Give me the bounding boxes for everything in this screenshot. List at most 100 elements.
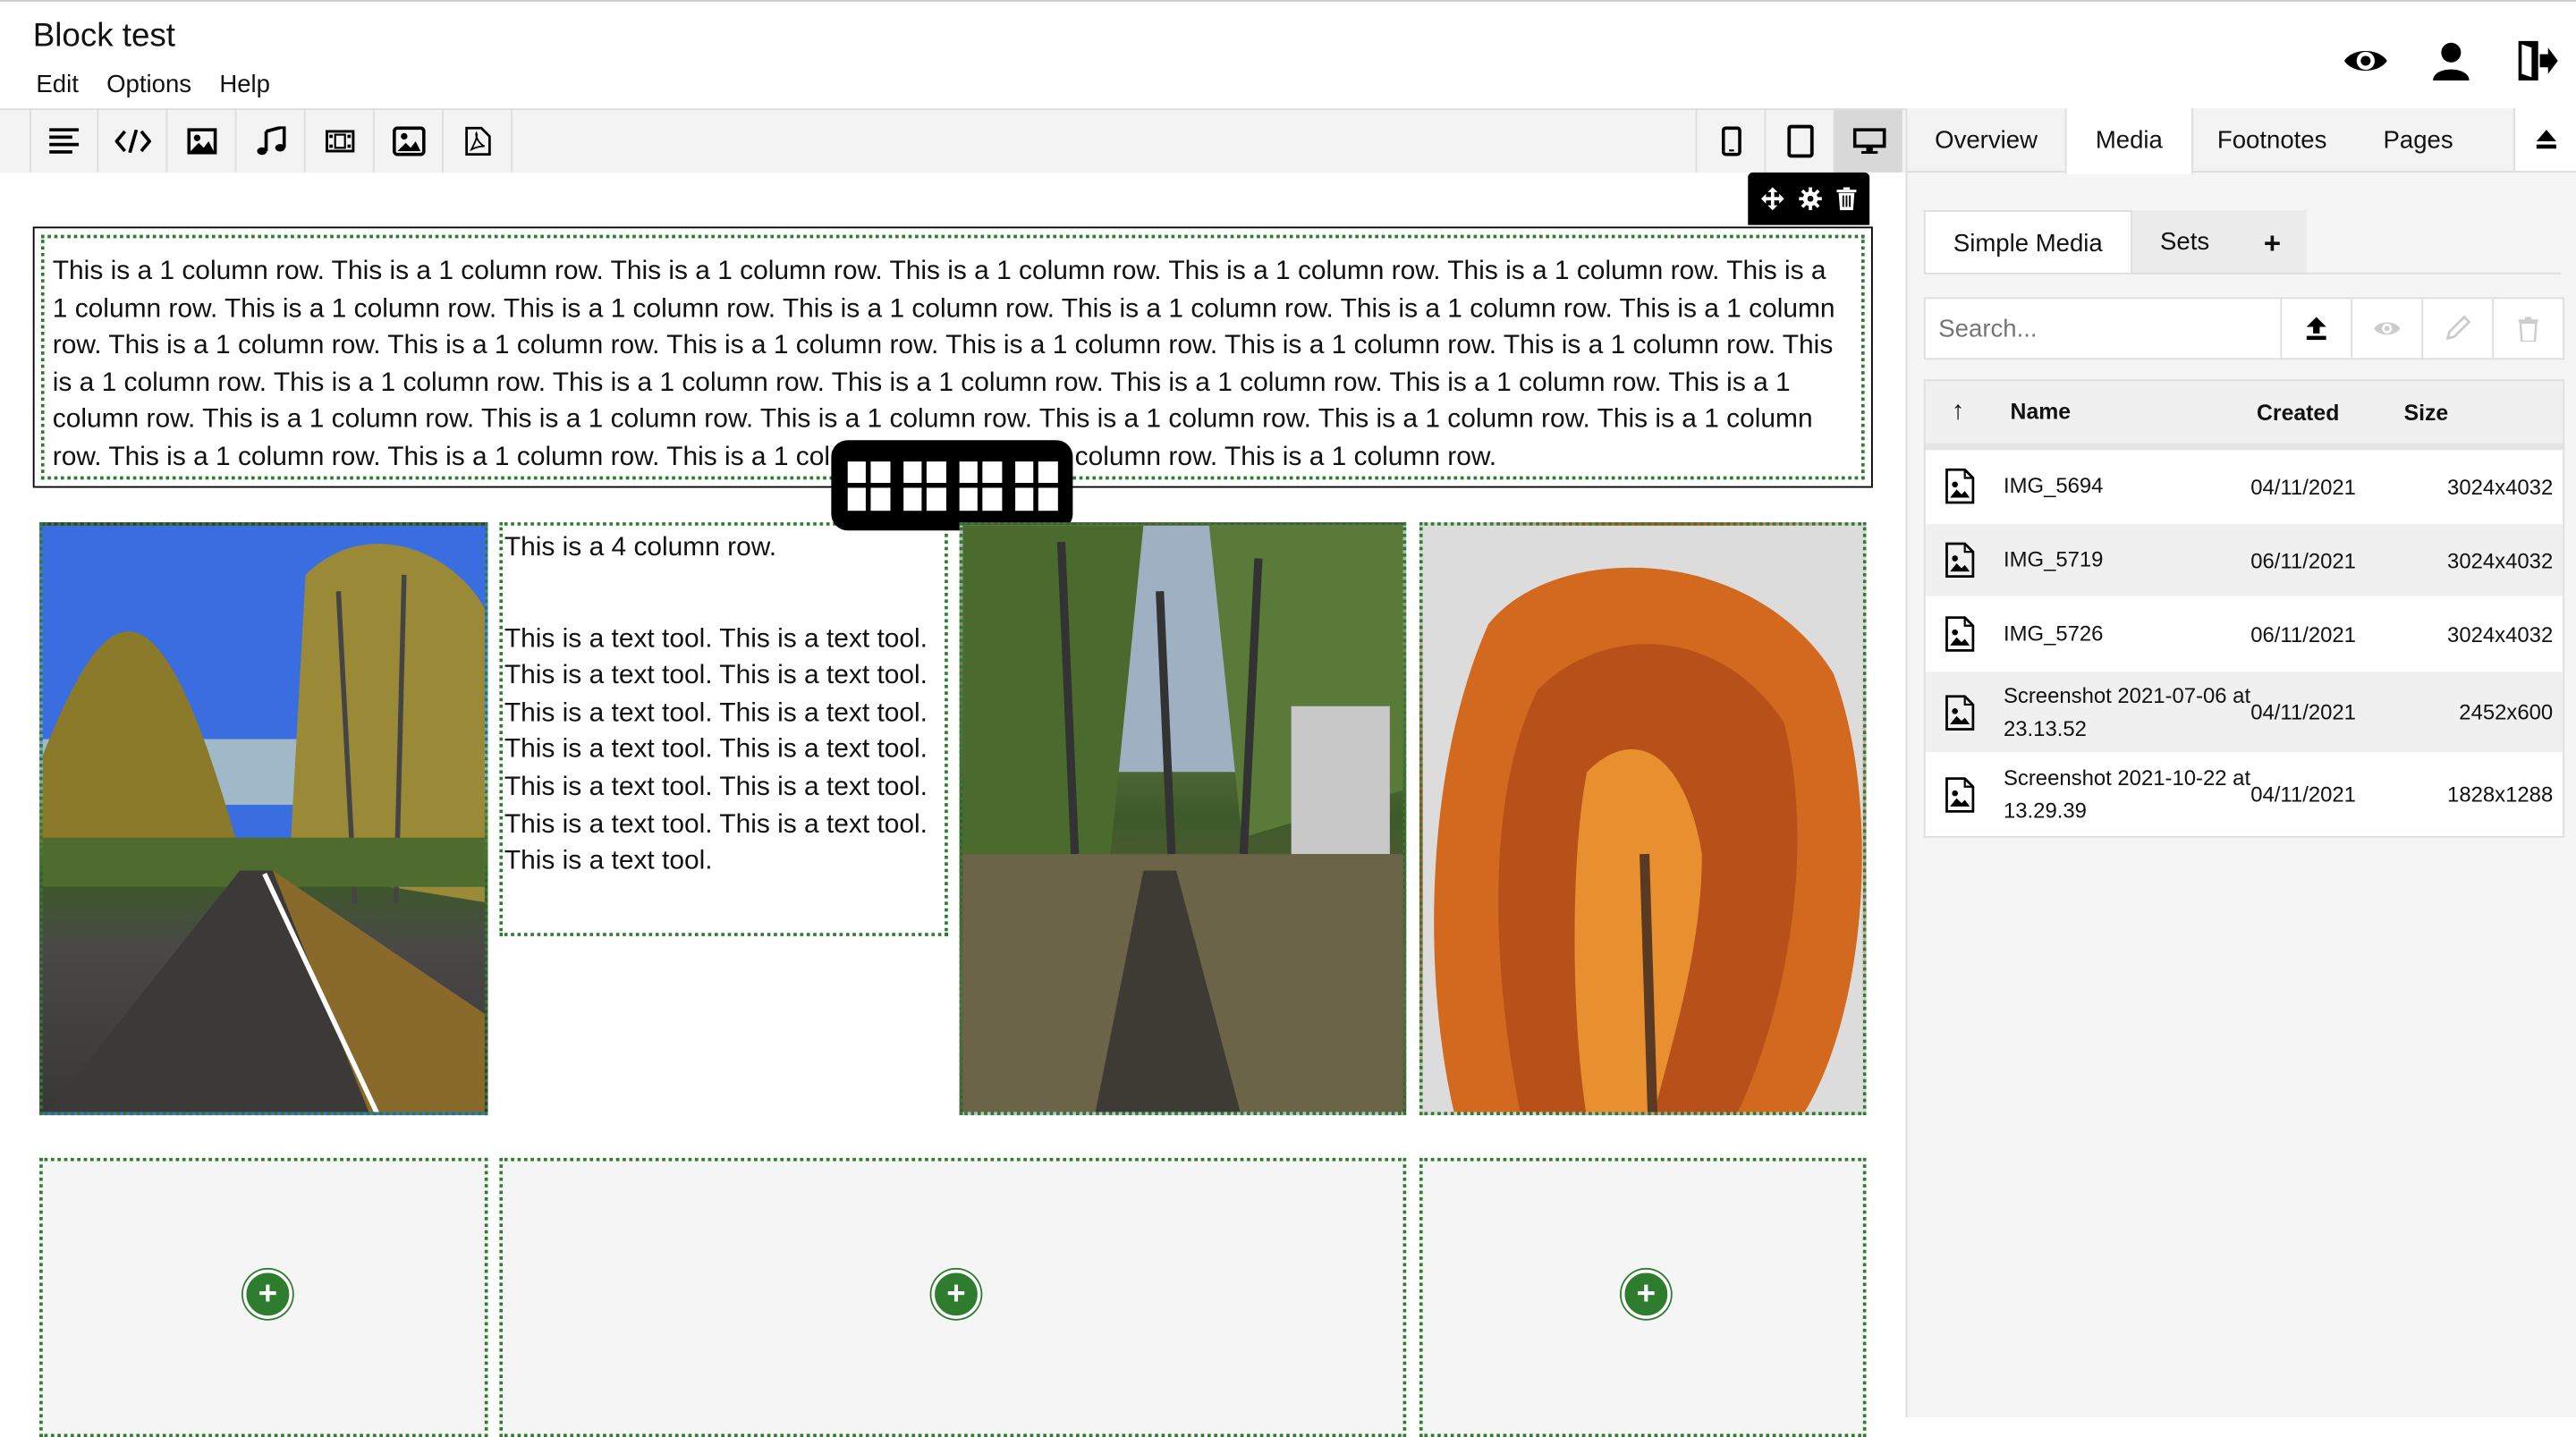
phone-icon (1720, 126, 1741, 156)
sort-arrow-icon[interactable]: ↑ (1926, 397, 1991, 427)
media-size: 3024x4032 (2447, 473, 2554, 499)
pencil-icon (2445, 315, 2471, 341)
table-row[interactable]: IMG_5726 06/11/2021 3024x4032 (1925, 598, 2563, 672)
media-rows: IMG_5694 04/11/2021 3024x4032 IMG_5719 06/11… (1925, 450, 2563, 836)
upload-icon (2306, 317, 2326, 341)
subtab-simple-media[interactable]: Simple Media (1923, 210, 2132, 275)
col-name[interactable]: Name (1991, 396, 2237, 428)
eye-icon[interactable] (2343, 38, 2388, 83)
layout-4[interactable] (1014, 461, 1057, 511)
image-tool-button[interactable] (167, 110, 237, 173)
code-tool-button[interactable] (98, 110, 168, 173)
eye-icon (2374, 322, 2401, 335)
divider (1923, 272, 2562, 275)
empty-column-2[interactable]: + (499, 1157, 1407, 1437)
top-icons (2343, 38, 2576, 83)
gallery-icon (392, 126, 425, 156)
audio-tool-button[interactable] (236, 110, 306, 173)
tablet-icon (1786, 124, 1813, 158)
edit-button[interactable] (2421, 299, 2492, 359)
table-row[interactable]: Screenshot 2021-07-06 at 23.13.52 04/11/2… (1925, 672, 2563, 755)
media-created: 06/11/2021 (2250, 547, 2356, 573)
video-icon (325, 130, 354, 153)
user-icon[interactable] (2428, 38, 2474, 83)
tablet-view-button[interactable] (1764, 110, 1834, 173)
delete-button[interactable] (2492, 299, 2563, 359)
table-row[interactable]: IMG_5719 06/11/2021 3024x4032 (1925, 523, 2563, 598)
gear-icon[interactable] (1799, 187, 1822, 211)
move-icon[interactable] (1761, 187, 1785, 211)
search-input[interactable] (1925, 299, 2281, 359)
media-name: Screenshot 2021-10-22 at 13.29.39 (2003, 765, 2251, 823)
text-tool-column[interactable]: This is a 4 column row. This is a text t… (499, 522, 948, 936)
add-block-icon[interactable]: + (1621, 1269, 1671, 1319)
photo-park-path[interactable] (959, 522, 1407, 1116)
media-size: 1828x1288 (2447, 782, 2554, 807)
logout-icon[interactable] (2513, 38, 2559, 83)
table-header: ↑ Name Created Size (1925, 381, 2563, 451)
editor-canvas: This is a 1 column row. This is a 1 colu… (0, 172, 1906, 1437)
media-name: IMG_5694 (2003, 473, 2104, 498)
tab-overview[interactable]: Overview (1907, 108, 2064, 171)
collapse-panel-button[interactable] (2513, 108, 2576, 172)
music-icon (256, 126, 285, 156)
media-name: IMG_5726 (2003, 621, 2104, 647)
menu-bar: Edit Options Help (36, 71, 270, 98)
layout-2[interactable] (902, 461, 946, 511)
menu-options[interactable]: Options (106, 71, 191, 98)
media-size: 3024x4032 (2447, 621, 2554, 647)
image-file-icon (1926, 542, 1994, 579)
row2-text[interactable]: This is a text tool. This is a text tool… (504, 621, 945, 880)
menu-help[interactable]: Help (219, 71, 270, 98)
media-search-bar (1923, 297, 2565, 360)
phone-view-button[interactable] (1695, 110, 1764, 173)
add-block-icon[interactable]: + (931, 1269, 981, 1319)
table-row[interactable]: Screenshot 2021-10-22 at 13.29.39 04/11/2… (1925, 754, 2563, 836)
col-size[interactable]: Size (2381, 400, 2563, 425)
empty-column-1[interactable]: + (39, 1157, 488, 1437)
layout-1[interactable] (846, 461, 890, 511)
trash-icon (2518, 316, 2538, 342)
tab-footnotes[interactable]: Footnotes (2191, 108, 2352, 171)
add-set-button[interactable]: + (2237, 210, 2308, 273)
column-layout-selector[interactable] (831, 440, 1073, 531)
media-name: IMG_5719 (2003, 547, 2104, 572)
media-created: 04/11/2021 (2250, 782, 2356, 807)
preview-button[interactable] (2351, 299, 2421, 359)
tool-buttons (30, 110, 513, 173)
media-size: 3024x4032 (2447, 547, 2554, 573)
upload-button[interactable] (2280, 299, 2351, 359)
empty-column-3[interactable]: + (1419, 1157, 1867, 1437)
tree-image (1422, 525, 1863, 1112)
code-icon (114, 130, 151, 153)
media-created: 04/11/2021 (2250, 699, 2356, 724)
block-controls (1748, 172, 1870, 225)
trash-icon[interactable] (1835, 187, 1856, 211)
tab-media[interactable]: Media (2064, 108, 2193, 174)
photo-road-trees[interactable] (39, 522, 488, 1116)
text-tool-button[interactable] (30, 110, 99, 173)
eject-icon (2536, 130, 2556, 149)
gallery-tool-button[interactable] (375, 110, 444, 173)
table-row[interactable]: IMG_5694 04/11/2021 3024x4032 (1925, 450, 2563, 524)
text-align-icon (49, 128, 80, 154)
pdf-tool-button[interactable] (444, 110, 513, 173)
row2-heading[interactable]: This is a 4 column row. (504, 528, 945, 565)
subtab-sets[interactable]: Sets (2131, 210, 2238, 273)
image-file-icon (1926, 776, 1994, 812)
col-created[interactable]: Created (2237, 400, 2381, 425)
layout-3[interactable] (958, 461, 1002, 511)
road-image (42, 525, 485, 1112)
app-title: Block test (32, 18, 175, 55)
menu-edit[interactable]: Edit (36, 71, 78, 98)
video-tool-button[interactable] (306, 110, 375, 173)
media-created: 04/11/2021 (2250, 473, 2356, 499)
media-name: Screenshot 2021-07-06 at 23.13.52 (2003, 683, 2251, 740)
desktop-view-button[interactable] (1833, 110, 1902, 173)
media-created: 06/11/2021 (2250, 621, 2356, 647)
media-subtabs: Simple Media Sets + (1923, 210, 2308, 275)
image-file-icon (1926, 616, 1994, 652)
add-block-icon[interactable]: + (242, 1269, 292, 1319)
photo-orange-tree[interactable] (1419, 522, 1867, 1116)
tab-pages[interactable]: Pages (2352, 108, 2484, 171)
